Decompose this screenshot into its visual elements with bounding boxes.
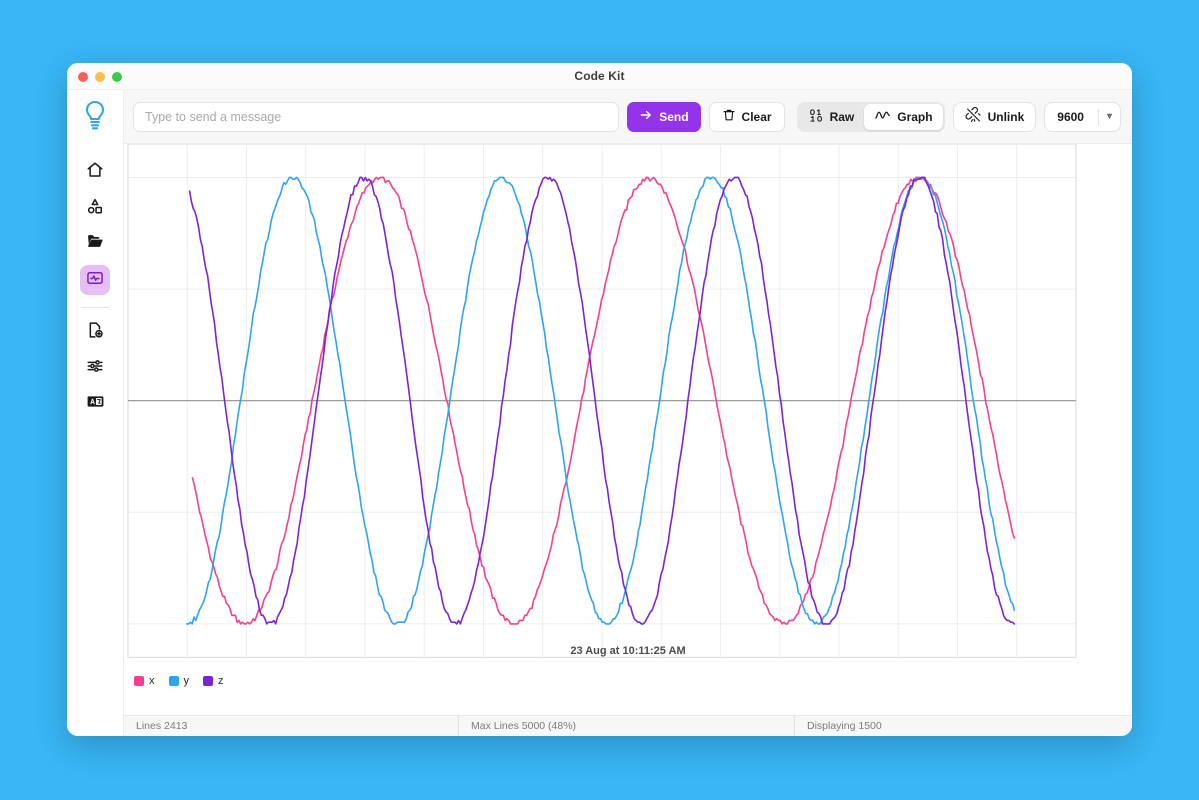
sidebar-item-settings[interactable] bbox=[80, 353, 110, 383]
legend-label-x: x bbox=[149, 675, 155, 687]
view-mode-graph-label: Graph bbox=[897, 110, 932, 124]
clear-label: Clear bbox=[742, 110, 772, 124]
chart-legend: x y z bbox=[134, 675, 224, 687]
clear-button[interactable]: Clear bbox=[709, 102, 785, 132]
arrow-right-icon bbox=[639, 108, 653, 125]
status-bar: Lines 2413 Max Lines 5000 (48%) Displayi… bbox=[124, 715, 1132, 736]
send-label: Send bbox=[659, 110, 688, 124]
chevron-down-icon[interactable]: ▾ bbox=[1107, 112, 1116, 122]
unlink-label: Unlink bbox=[988, 110, 1025, 124]
legend-swatch-y bbox=[169, 676, 179, 686]
line-chart[interactable]: 10.50-0.5-1 bbox=[124, 144, 1132, 715]
title-bar: Code Kit bbox=[67, 63, 1132, 90]
legend-swatch-x bbox=[134, 676, 144, 686]
message-input[interactable] bbox=[133, 102, 619, 132]
baud-rate-select[interactable]: 9600 ▾ bbox=[1044, 102, 1121, 132]
sidebar-item-new-file[interactable] bbox=[80, 317, 110, 347]
chart-region[interactable]: 10.50-0.5-1 23 Aug at 10:11:25 AM x y bbox=[124, 144, 1132, 715]
view-mode-raw[interactable]: Raw bbox=[799, 104, 865, 130]
legend-label-y: y bbox=[184, 675, 190, 687]
app-window: Code Kit bbox=[67, 63, 1132, 736]
view-mode-raw-label: Raw bbox=[830, 110, 855, 124]
lightbulb-logo[interactable] bbox=[83, 100, 107, 135]
sidebar-item-language[interactable] bbox=[80, 389, 110, 419]
legend-item-z[interactable]: z bbox=[203, 675, 224, 687]
sidebar-item-graph[interactable] bbox=[80, 265, 110, 295]
send-button[interactable]: Send bbox=[627, 102, 700, 132]
shapes-icon bbox=[86, 197, 104, 220]
sliders-icon bbox=[86, 357, 104, 380]
baud-rate-value: 9600 bbox=[1057, 110, 1084, 124]
legend-item-y[interactable]: y bbox=[169, 675, 190, 687]
view-mode-graph[interactable]: Graph bbox=[864, 104, 942, 130]
status-displaying: Displaying 1500 bbox=[794, 716, 1132, 736]
window-title: Code Kit bbox=[67, 69, 1132, 83]
window-body: Send Clear bbox=[67, 90, 1132, 736]
view-mode-switch: Raw Graph bbox=[797, 102, 945, 132]
sidebar-item-home[interactable] bbox=[80, 157, 110, 187]
graph-icon bbox=[86, 269, 104, 292]
unlink-button[interactable]: Unlink bbox=[953, 102, 1037, 132]
x-axis-label: 23 Aug at 10:11:25 AM bbox=[124, 645, 1132, 657]
trash-icon bbox=[722, 108, 736, 125]
sidebar-item-blocks[interactable] bbox=[80, 193, 110, 223]
sidebar-divider bbox=[81, 307, 109, 308]
legend-swatch-z bbox=[203, 676, 213, 686]
translate-icon bbox=[86, 392, 105, 416]
legend-label-z: z bbox=[218, 675, 224, 687]
legend-item-x[interactable]: x bbox=[134, 675, 155, 687]
sidebar-item-files[interactable] bbox=[80, 229, 110, 259]
wave-icon bbox=[874, 108, 891, 126]
chart-grid bbox=[128, 144, 1076, 657]
baud-divider bbox=[1098, 109, 1099, 125]
toolbar: Send Clear bbox=[124, 90, 1132, 144]
status-lines: Lines 2413 bbox=[124, 716, 458, 736]
main-panel: Send Clear bbox=[124, 90, 1132, 736]
broken-link-icon bbox=[965, 107, 982, 126]
file-plus-icon bbox=[86, 321, 104, 344]
status-max-lines: Max Lines 5000 (48%) bbox=[458, 716, 794, 736]
folder-icon bbox=[86, 232, 105, 256]
binary-icon bbox=[809, 108, 824, 126]
home-icon bbox=[86, 161, 104, 184]
sidebar bbox=[67, 90, 124, 736]
